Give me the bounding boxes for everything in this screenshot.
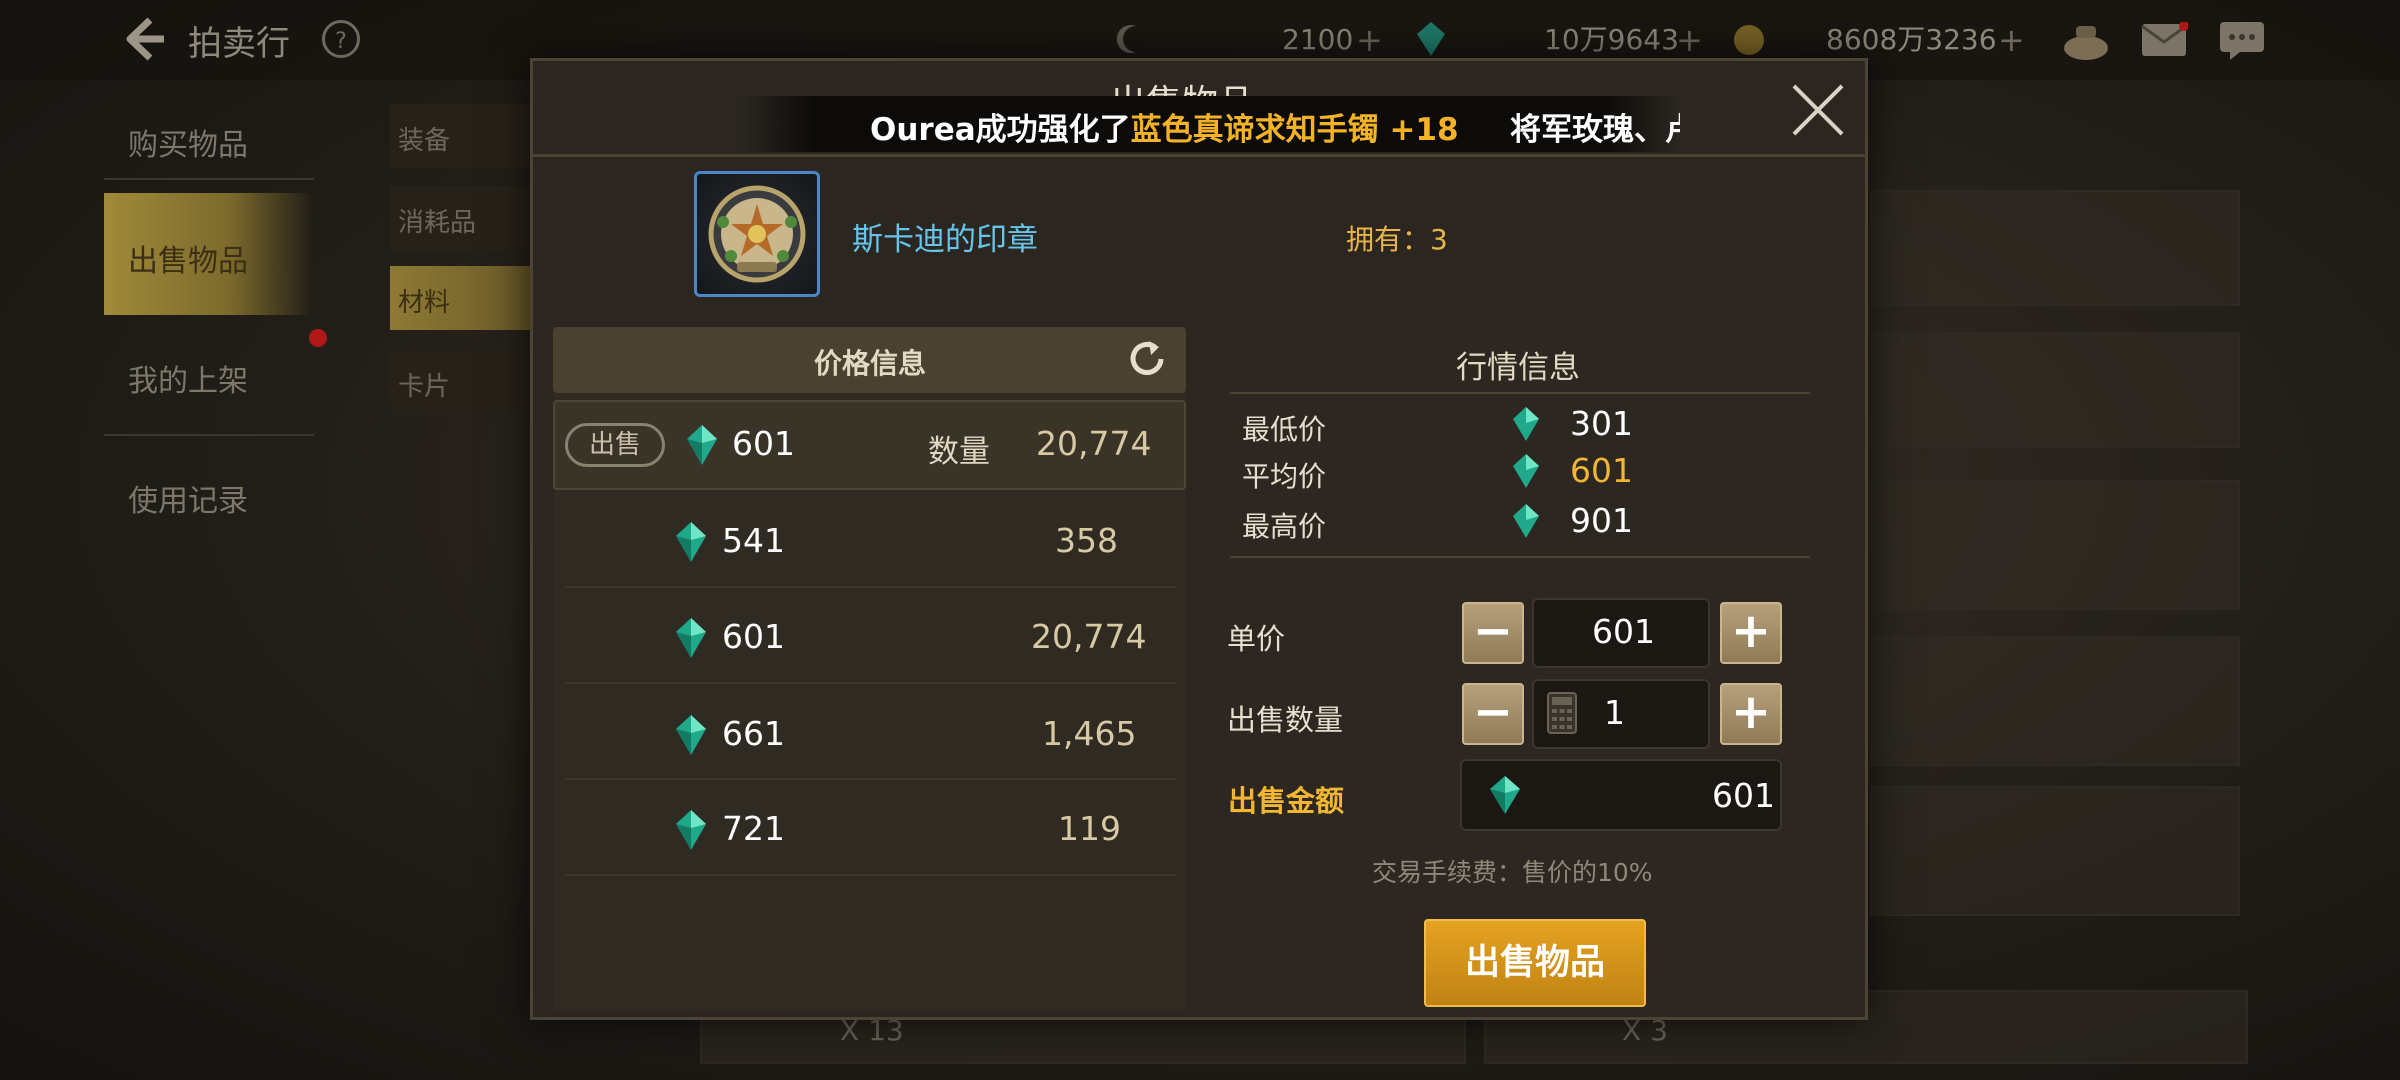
subtab-materials-label: 材料 <box>398 288 451 318</box>
price-info-title: 价格信息 <box>814 347 927 380</box>
ticker-highlight: 蓝色真谛求知手镯 +18 <box>1130 112 1459 148</box>
help-icon[interactable]: ? <box>322 20 360 58</box>
mail-icon[interactable] <box>2140 22 2188 58</box>
sell-tag: 出售 <box>565 423 665 467</box>
nav-my-listings[interactable]: 我的上架 <box>128 356 248 400</box>
currency-3-value: 8608万3236 <box>1826 23 1997 56</box>
background-item-card <box>1870 480 2240 610</box>
min-price-label: 最低价 <box>1242 413 1327 446</box>
gem-icon <box>676 810 706 850</box>
gem-icon <box>1490 776 1520 814</box>
gem-icon <box>676 618 706 658</box>
quantity-value: 1 <box>1604 693 1625 732</box>
page-title: 拍卖行 <box>188 24 290 64</box>
nav-divider <box>104 178 314 180</box>
fee-note: 交易手续费：售价的10% <box>1372 858 1653 887</box>
gem-icon <box>1513 504 1539 538</box>
row-qty: 358 <box>1055 521 1118 560</box>
quantity-plus-button[interactable]: + <box>1720 683 1782 745</box>
gem-currency-icon <box>1417 22 1445 56</box>
currency-1-plus[interactable]: + <box>1356 20 1383 60</box>
refresh-icon[interactable] <box>1125 337 1169 381</box>
currency-3-plus[interactable]: + <box>1998 20 2025 60</box>
subtab-consumables-label: 消耗品 <box>398 208 477 238</box>
quantity-label: 数量 <box>928 434 990 470</box>
avg-price-label: 平均价 <box>1242 460 1327 493</box>
min-price-value: 301 <box>1570 404 1633 443</box>
background-item-card <box>1870 636 2240 766</box>
ticker-message: Ourea成功强化了蓝色真谛求知手镯 +18 <box>870 104 1459 149</box>
owned-count: 拥有：3 <box>1346 223 1448 256</box>
calculator-icon[interactable] <box>1547 692 1577 734</box>
subtab-equipment-label: 装备 <box>398 126 451 156</box>
row-price: 721 <box>722 809 785 848</box>
gem-icon <box>676 715 706 755</box>
row-qty: 1,465 <box>1042 714 1137 753</box>
unit-price-minus-button[interactable]: − <box>1462 602 1524 664</box>
ticker-prefix: Ourea成功强化了 <box>870 112 1131 148</box>
sell-amount-value: 601 <box>1712 776 1775 815</box>
moon-currency-icon <box>1116 25 1136 53</box>
sell-amount-label: 出售金额 <box>1228 784 1345 818</box>
currency-1-value: 2100 <box>1282 23 1354 56</box>
currency-2-plus[interactable]: + <box>1676 20 1703 60</box>
currency-2-value: 10万9643 <box>1544 23 1679 56</box>
row-qty: 20,774 <box>1031 617 1147 656</box>
announcement-ticker: Ourea成功强化了蓝色真谛求知手镯 +18 将军玫瑰、卢 <box>740 96 1680 152</box>
sell-item-button[interactable]: 出售物品 <box>1424 919 1646 1007</box>
row-qty: 119 <box>1058 809 1121 848</box>
chat-icon[interactable] <box>2218 20 2266 62</box>
nav-sell-items-label: 出售物品 <box>128 244 248 279</box>
market-divider <box>1230 556 1810 558</box>
item-icon-frame <box>694 171 820 297</box>
background-item-card <box>1870 786 2240 916</box>
max-price-label: 最高价 <box>1242 510 1327 543</box>
gold-coin-icon <box>1734 25 1764 55</box>
back-arrow-icon[interactable] <box>120 14 170 64</box>
row-divider <box>565 874 1175 876</box>
seal-medal-icon <box>708 185 806 283</box>
title-divider <box>532 154 1866 157</box>
nav-divider <box>104 434 314 436</box>
gem-icon <box>687 425 717 465</box>
selected-row-price: 601 <box>732 424 795 463</box>
background-item-card <box>1870 190 2240 306</box>
ticker-next-message: 将军玫瑰、卢 <box>1510 112 1680 148</box>
selected-row-qty: 20,774 <box>1036 424 1152 463</box>
nav-buy-items[interactable]: 购买物品 <box>128 120 248 164</box>
avg-price-value: 601 <box>1570 451 1633 490</box>
sell-quantity-label: 出售数量 <box>1227 703 1344 737</box>
background-item-card <box>1870 332 2240 448</box>
bag-icon[interactable] <box>2062 18 2110 62</box>
gem-icon <box>1513 407 1539 441</box>
close-icon[interactable] <box>1790 82 1846 138</box>
notification-dot <box>309 329 327 347</box>
unit-price-plus-button[interactable]: + <box>1720 602 1782 664</box>
row-price: 661 <box>722 714 785 753</box>
market-info-title: 行情信息 <box>1456 350 1580 386</box>
unit-price-label: 单价 <box>1227 622 1286 656</box>
gem-icon <box>1513 454 1539 488</box>
quantity-minus-button[interactable]: − <box>1462 683 1524 745</box>
gem-icon <box>676 522 706 562</box>
row-price: 601 <box>722 617 785 656</box>
row-price: 541 <box>722 521 785 560</box>
unit-price-value: 601 <box>1592 612 1655 651</box>
subtab-cards-label: 卡片 <box>398 372 451 402</box>
max-price-value: 901 <box>1570 501 1633 540</box>
item-name: 斯卡迪的印章 <box>852 222 1038 258</box>
market-divider <box>1230 392 1810 394</box>
nav-usage-records[interactable]: 使用记录 <box>128 476 248 520</box>
